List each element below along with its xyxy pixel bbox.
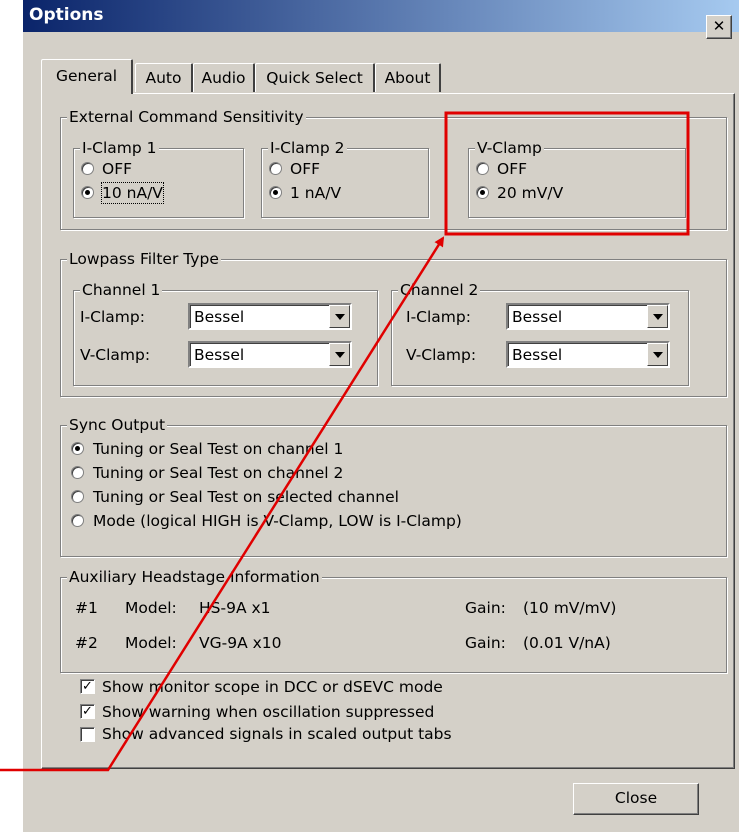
button-label: Close — [614, 789, 658, 807]
tab-quick-select[interactable]: Quick Select — [255, 63, 375, 92]
iclamp2-off-radio[interactable] — [269, 162, 282, 175]
select-value: Bessel — [512, 308, 563, 326]
tab-auto[interactable]: Auto — [135, 63, 193, 92]
iclamp-filter-label: I-Clamp: — [80, 308, 145, 326]
tab-label: Auto — [145, 69, 182, 87]
model-label: Model: — [125, 599, 177, 617]
general-tab-panel: External Command Sensitivity I-Clamp 1 O… — [41, 93, 735, 769]
model-label: Model: — [125, 634, 177, 652]
group-label: V-Clamp — [475, 138, 544, 158]
checkbox-label: Show advanced signals in scaled output t… — [102, 725, 452, 743]
group-label: External Command Sensitivity — [67, 107, 306, 127]
chevron-down-icon[interactable] — [329, 343, 350, 366]
gain-label: Gain: — [465, 634, 506, 652]
close-button[interactable]: Close — [573, 783, 699, 815]
aux-headstage-info-group: Auxiliary Headstage Information #1 Model… — [60, 567, 727, 673]
iclamp2-group: I-Clamp 2 OFF 1 nA/V — [261, 138, 429, 218]
sync-option-radio[interactable] — [71, 466, 84, 479]
gain-value: (0.01 V/nA) — [523, 634, 611, 652]
sync-option-label: Tuning or Seal Test on channel 1 — [93, 440, 344, 458]
show-oscillation-warning-checkbox[interactable]: ✓ — [80, 704, 95, 719]
ch2-iclamp-filter-select[interactable]: Bessel — [506, 303, 670, 330]
group-label: Auxiliary Headstage Information — [67, 567, 322, 587]
group-label: Lowpass Filter Type — [67, 249, 221, 269]
gain-label: Gain: — [465, 599, 506, 617]
title-bar[interactable]: Options — [23, 0, 739, 32]
iclamp2-on-radio[interactable] — [269, 186, 282, 199]
headstage-number: #2 — [75, 634, 98, 652]
ch1-vclamp-filter-select[interactable]: Bessel — [188, 341, 352, 368]
radio-label: OFF — [290, 160, 321, 178]
radio-label: OFF — [102, 160, 133, 178]
close-icon: ✕ — [712, 17, 726, 35]
radio-label: 1 nA/V — [290, 184, 342, 202]
show-advanced-signals-checkbox[interactable] — [80, 727, 95, 742]
close-window-button[interactable]: ✕ — [706, 15, 732, 39]
vclamp-group: V-Clamp OFF 20 mV/V — [468, 138, 686, 218]
sync-option-label: Mode (logical HIGH is V-Clamp, LOW is I-… — [93, 512, 462, 530]
chevron-down-icon[interactable] — [647, 305, 668, 328]
sync-option-label: Tuning or Seal Test on channel 2 — [93, 464, 344, 482]
select-value: Bessel — [194, 346, 245, 364]
radio-label: OFF — [497, 160, 528, 178]
tab-about[interactable]: About — [375, 63, 441, 92]
group-label: I-Clamp 2 — [268, 138, 347, 158]
model-value: VG-9A x10 — [199, 634, 282, 652]
chevron-down-icon[interactable] — [329, 305, 350, 328]
iclamp-filter-label: I-Clamp: — [406, 308, 471, 326]
vclamp-on-radio[interactable] — [476, 186, 489, 199]
iclamp1-on-radio[interactable] — [81, 186, 94, 199]
radio-label: 10 nA/V — [101, 182, 164, 204]
iclamp1-off-radio[interactable] — [81, 162, 94, 175]
group-label: Sync Output — [67, 415, 168, 435]
tab-audio[interactable]: Audio — [193, 63, 255, 92]
lowpass-channel1-group: Channel 1 I-Clamp: Bessel V-Clamp: Besse… — [73, 280, 378, 386]
checkbox-label: Show warning when oscillation suppressed — [102, 703, 435, 721]
vclamp-off-radio[interactable] — [476, 162, 489, 175]
tab-label: Audio — [201, 69, 246, 87]
headstage-number: #1 — [75, 599, 98, 617]
tab-label: About — [384, 69, 431, 87]
external-command-sensitivity-group: External Command Sensitivity I-Clamp 1 O… — [60, 107, 727, 230]
ch2-vclamp-filter-select[interactable]: Bessel — [506, 341, 670, 368]
vclamp-filter-label: V-Clamp: — [406, 346, 477, 364]
sync-output-group: Sync Output Tuning or Seal Test on chann… — [60, 415, 727, 557]
iclamp1-group: I-Clamp 1 OFF 10 nA/V — [73, 138, 244, 218]
window-title: Options — [29, 5, 104, 25]
model-value: HS-9A x1 — [199, 599, 271, 617]
select-value: Bessel — [512, 346, 563, 364]
ch1-iclamp-filter-select[interactable]: Bessel — [188, 303, 352, 330]
lowpass-filter-type-group: Lowpass Filter Type Channel 1 I-Clamp: B… — [60, 249, 727, 397]
tab-label: Quick Select — [266, 69, 363, 87]
chevron-down-icon[interactable] — [647, 343, 668, 366]
gain-value: (10 mV/mV) — [523, 599, 617, 617]
show-monitor-scope-checkbox[interactable]: ✓ — [80, 679, 95, 694]
lowpass-channel2-group: Channel 2 I-Clamp: Bessel V-Clamp: Besse… — [391, 280, 689, 386]
options-window: Options ✕ General Auto Audio Quick Selec… — [22, 0, 739, 832]
radio-label: 20 mV/V — [497, 184, 564, 202]
tab-label: General — [55, 67, 118, 85]
sync-option-radio[interactable] — [71, 514, 84, 527]
group-label: Channel 2 — [398, 280, 481, 300]
checkbox-label: Show monitor scope in DCC or dSEVC mode — [102, 678, 443, 696]
select-value: Bessel — [194, 308, 245, 326]
vclamp-filter-label: V-Clamp: — [80, 346, 151, 364]
sync-option-radio[interactable] — [71, 490, 84, 503]
tab-general[interactable]: General — [41, 59, 133, 94]
group-label: Channel 1 — [80, 280, 163, 300]
sync-option-label: Tuning or Seal Test on selected channel — [93, 488, 399, 506]
sync-option-radio[interactable] — [71, 442, 84, 455]
group-label: I-Clamp 1 — [80, 138, 159, 158]
